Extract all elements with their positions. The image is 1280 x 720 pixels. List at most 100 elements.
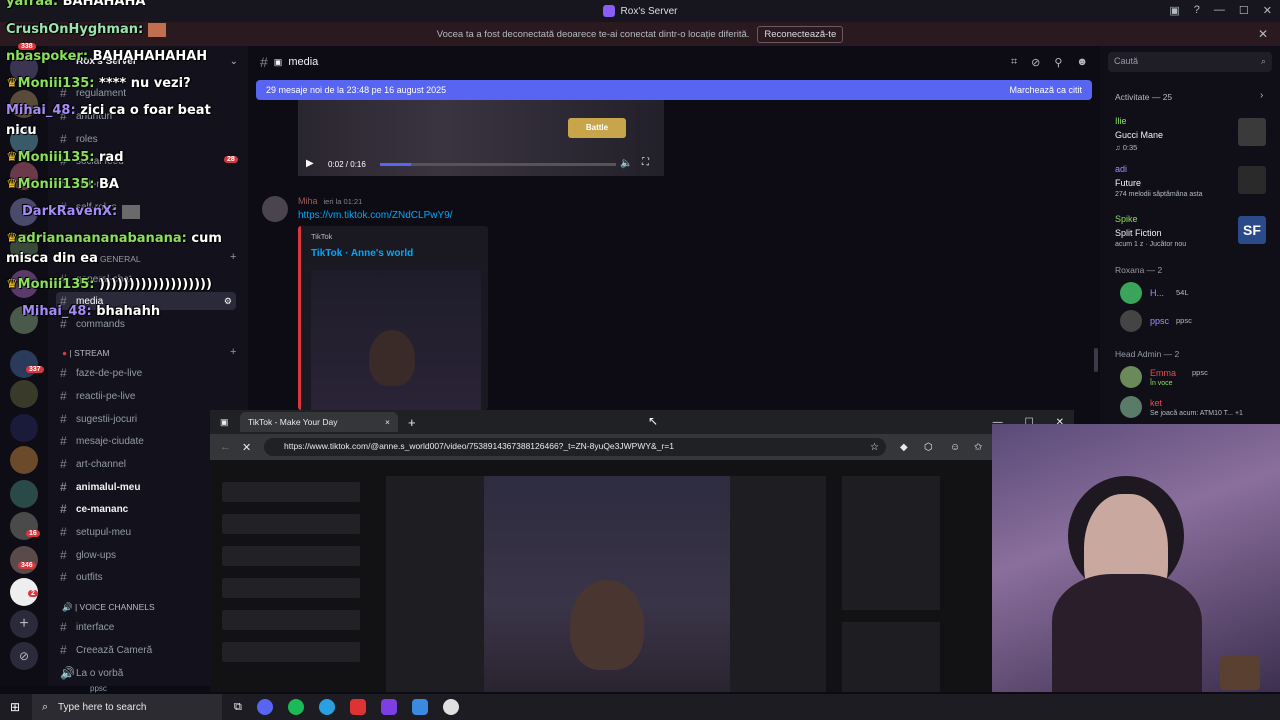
activity-header[interactable]: Activitate — 25	[1115, 92, 1172, 102]
taskbar-search[interactable]: ⌕ Type here to search	[32, 694, 222, 720]
close-notice-icon[interactable]: ✕	[1258, 27, 1268, 41]
member-name[interactable]: ppsc	[1150, 316, 1169, 326]
add-channel-icon[interactable]: +	[230, 346, 236, 358]
category-general[interactable]: GENERAL	[100, 254, 141, 264]
add-server-icon[interactable]: +	[10, 610, 38, 638]
taskbar-search-placeholder: Type here to search	[58, 701, 147, 713]
message-link[interactable]: https://vm.tiktok.com/ZNdCLPwY9/	[298, 210, 453, 221]
new-messages-bar[interactable]: 29 mesaje noi de la 23:48 pe 16 august 2…	[256, 80, 1092, 100]
body-shape	[1052, 574, 1202, 692]
discord-taskbar-icon[interactable]	[256, 699, 273, 715]
profile-icon[interactable]: ☺	[950, 442, 960, 453]
hash-icon: #	[60, 389, 67, 403]
member-name[interactable]: H...	[1150, 288, 1164, 298]
mute-icon[interactable]: ⊘	[1031, 56, 1040, 69]
close-button[interactable]: ✕	[1263, 4, 1272, 17]
avatar[interactable]	[1120, 396, 1142, 418]
avatar[interactable]	[1120, 282, 1142, 304]
play-icon[interactable]: ▶	[306, 158, 314, 169]
favorites-icon[interactable]: ✩	[974, 442, 982, 453]
media-icon: ▣	[273, 56, 283, 67]
channel-label: sugestii-jocuri	[76, 413, 138, 425]
message-author[interactable]: Miha	[298, 196, 318, 206]
task-view-icon[interactable]: ⧉	[234, 701, 242, 714]
embed-thumbnail[interactable]	[311, 270, 481, 410]
channel-commands[interactable]: # commands	[60, 317, 240, 331]
video-progress-bar[interactable]	[380, 163, 616, 166]
search-input[interactable]: Caută ⌕	[1108, 52, 1272, 72]
server-icon[interactable]	[10, 446, 38, 474]
recommended-video[interactable]	[842, 622, 940, 692]
puzzle-icon[interactable]: ⬡	[924, 442, 933, 453]
inbox-icon[interactable]: ▣	[1169, 4, 1179, 17]
server-icon[interactable]	[10, 380, 38, 408]
video-player[interactable]	[386, 476, 826, 692]
address-bar[interactable]: https://www.tiktok.com/@anne.s_world007/…	[264, 438, 886, 456]
reconnect-button[interactable]: Reconectează-te	[757, 25, 844, 43]
bookmark-star-icon[interactable]: ☆	[870, 442, 879, 453]
member-name[interactable]: ket	[1150, 398, 1162, 408]
game-icon: SF	[1238, 216, 1266, 244]
channel-faze-de-pe-live[interactable]: # faze-de-pe-live	[60, 366, 240, 380]
mark-read-button[interactable]: Marchează ca citit	[1009, 85, 1082, 95]
minimize-button[interactable]: —	[1214, 4, 1225, 17]
category-label: | STREAM	[69, 348, 110, 358]
help-icon[interactable]: ?	[1194, 4, 1200, 17]
add-channel-icon[interactable]: +	[230, 251, 236, 263]
settings-icon[interactable]: ⚙	[224, 296, 232, 307]
activity-user[interactable]: Spike	[1115, 214, 1138, 224]
channel-roles[interactable]: # roles	[60, 132, 240, 146]
spotify-taskbar-icon[interactable]	[287, 699, 304, 715]
browser-tab[interactable]: TikTok - Make Your Day ×	[240, 412, 398, 432]
category-voice-channels[interactable]: 🔊 | VOICE CHANNELS	[62, 602, 155, 613]
chevron-down-icon[interactable]: ⌄	[230, 56, 238, 67]
tab-close-icon[interactable]: ×	[385, 417, 390, 427]
video-attachment[interactable]: Battle ▶ 0:02 / 0:16 🔈 ⛶	[298, 100, 664, 176]
server-icon[interactable]	[10, 480, 38, 508]
server-icon[interactable]	[10, 350, 38, 378]
maximize-button[interactable]: ☐	[1239, 4, 1249, 17]
chat-username: yafraa:	[6, 0, 59, 9]
explore-icon[interactable]: ⊘	[10, 642, 38, 670]
hash-icon: #	[60, 548, 67, 562]
app-taskbar-icon[interactable]	[411, 699, 428, 715]
category-stream[interactable]: ● | STREAM	[62, 348, 110, 358]
windows-start-icon[interactable]: ⊞	[10, 700, 20, 714]
threads-icon[interactable]: ⌗	[1011, 56, 1017, 69]
edge-taskbar-icon[interactable]	[318, 699, 335, 715]
chevron-right-icon[interactable]: ›	[1260, 90, 1263, 101]
pin-icon[interactable]: ⚲	[1054, 56, 1062, 69]
activity-user[interactable]: Ilie	[1115, 116, 1127, 126]
avatar[interactable]	[1120, 366, 1142, 388]
channel-label: commands	[76, 318, 125, 330]
app-taskbar-icon[interactable]	[349, 699, 366, 715]
channel-reactii-pe-live[interactable]: # reactii-pe-live	[60, 389, 240, 403]
members-icon[interactable]: ☻	[1076, 56, 1088, 69]
extension-icon[interactable]: ◆	[900, 442, 908, 453]
new-tab-button[interactable]: +	[408, 415, 416, 430]
avatar[interactable]	[1120, 310, 1142, 332]
reload-icon[interactable]: ✕	[242, 441, 251, 454]
server-icon[interactable]	[10, 546, 38, 574]
activity-user[interactable]: adi	[1115, 164, 1127, 174]
category-label: | VOICE CHANNELS	[74, 602, 155, 612]
stream-chat-message: CrushOnHyghman:	[6, 22, 166, 37]
volume-icon[interactable]: 🔈	[620, 158, 632, 169]
recommended-video[interactable]	[842, 476, 940, 610]
unread-badge: 16	[26, 530, 40, 537]
member-status: Se joacă acum: ATM10 T... +1	[1150, 410, 1243, 417]
hash-icon: #	[60, 132, 67, 146]
chat-username: Moniii135:	[17, 150, 95, 165]
activity-title: Gucci Mane	[1115, 130, 1164, 140]
server-icon[interactable]	[10, 414, 38, 442]
person-thumbnail-shape	[369, 330, 415, 386]
app-taskbar-icon[interactable]	[380, 699, 397, 715]
tab-menu-icon[interactable]: ▣	[220, 417, 229, 428]
avatar[interactable]	[262, 196, 288, 222]
fullscreen-icon[interactable]: ⛶	[642, 157, 649, 168]
embed-title[interactable]: TikTok · Anne's world	[311, 248, 413, 259]
back-icon[interactable]: ←	[220, 441, 231, 453]
obs-taskbar-icon[interactable]	[442, 699, 459, 715]
member-name[interactable]: Emma	[1150, 368, 1176, 378]
chat-scrollbar[interactable]	[1094, 348, 1098, 372]
